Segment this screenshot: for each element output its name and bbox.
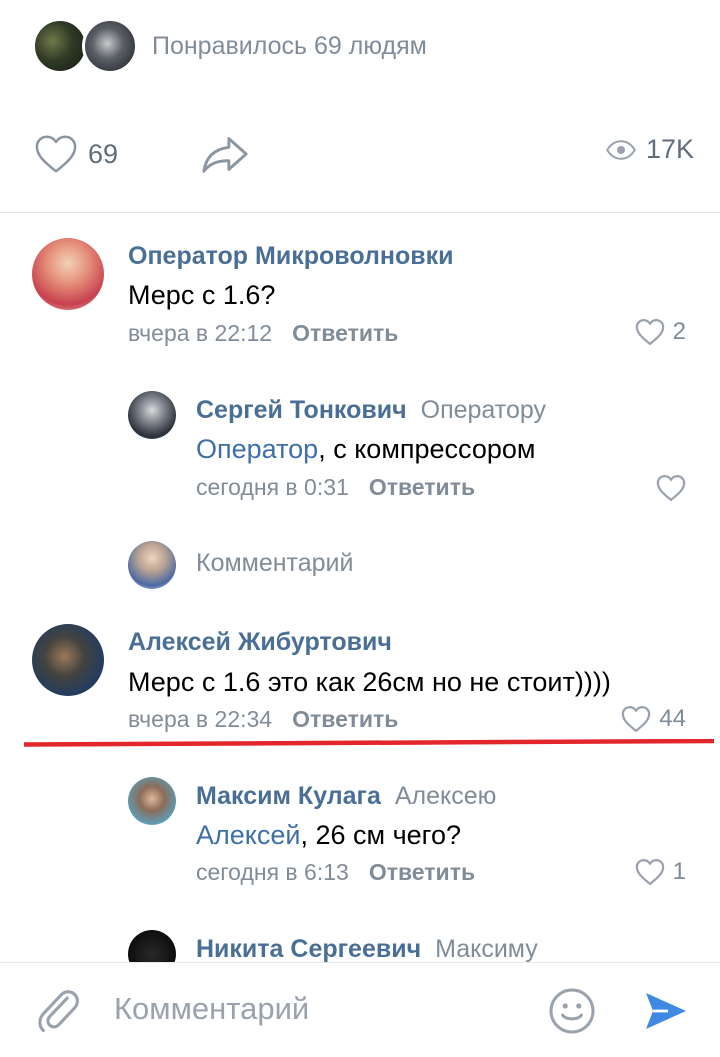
avatar [32, 18, 88, 74]
liked-avatars [32, 18, 142, 74]
comment-like-button[interactable]: 1 [635, 858, 686, 886]
send-icon [646, 993, 686, 1029]
comment-likes-count: 1 [672, 858, 686, 885]
comment-composer: Комментарий [0, 962, 720, 1057]
divider [0, 212, 720, 213]
thread-reply-input[interactable]: Комментарий [196, 549, 353, 578]
share-button[interactable] [200, 134, 250, 174]
reply-to-label: Оператору [420, 396, 546, 424]
comment-author[interactable]: Никита Сергеевич Максиму [196, 935, 538, 964]
views-count: 17K [645, 134, 694, 164]
comment-text: Алексей, 26 см чего? [196, 820, 461, 850]
comment-likes-count: 44 [659, 705, 686, 732]
mention-link[interactable]: Алексей [196, 820, 301, 850]
smile-icon [549, 988, 595, 1034]
reply-button[interactable]: Ответить [369, 859, 475, 885]
comment-author[interactable]: Максим Кулага Алексею [196, 782, 496, 811]
emoji-button[interactable] [548, 987, 596, 1040]
likes-count: 69 [88, 138, 119, 169]
comment-meta: сегодня в 6:13 Ответить [196, 859, 475, 886]
mention-link[interactable]: Оператор [196, 434, 318, 464]
reply-to-label: Максиму [435, 935, 538, 963]
paperclip-icon [38, 990, 79, 1032]
like-button[interactable]: 69 [34, 134, 118, 174]
likes-summary[interactable]: Понравилось 69 людям [32, 18, 427, 74]
heart-icon [656, 474, 686, 502]
comment-author[interactable]: Оператор Микроволновки [128, 242, 453, 271]
comment-input[interactable]: Комментарий [114, 991, 309, 1027]
reply-button[interactable]: Ответить [292, 706, 398, 732]
comment-author[interactable]: Сергей Тонкович Оператору [196, 396, 546, 425]
likes-summary-text: Понравилось 69 людям [152, 31, 427, 60]
reply-button[interactable]: Ответить [292, 320, 398, 346]
avatar[interactable] [128, 777, 176, 825]
heart-icon [35, 135, 77, 173]
comment-meta: сегодня в 0:31 Ответить [196, 474, 475, 501]
comment-likes-count: 2 [672, 318, 686, 345]
post-actions: 69 17K [34, 134, 694, 182]
avatar [82, 18, 138, 74]
comment-text: Мерс с 1.6 это как 26см но не стоит)))) [128, 667, 611, 697]
red-underline [24, 739, 714, 747]
comment-time: сегодня в 0:31 [196, 474, 349, 500]
comment-time: вчера в 22:12 [128, 320, 273, 346]
avatar[interactable] [32, 624, 104, 696]
comment-text: Оператор, с компрессором [196, 434, 536, 464]
comment-like-button[interactable]: 2 [635, 318, 686, 346]
avatar[interactable] [32, 238, 104, 310]
avatar[interactable] [128, 391, 176, 439]
share-icon [202, 137, 248, 173]
heart-icon [635, 318, 664, 346]
comment-text: Мерс с 1.6? [128, 280, 276, 310]
comment-like-button[interactable]: 44 [621, 705, 686, 733]
reply-button[interactable]: Ответить [369, 474, 475, 500]
reply-to-label: Алексею [394, 782, 497, 810]
views-counter: 17K [606, 134, 694, 165]
comment-author[interactable]: Алексей Жибуртович [128, 628, 392, 657]
send-button[interactable] [642, 987, 690, 1040]
comment-like-button[interactable] [656, 474, 686, 502]
comment-meta: вчера в 22:34 Ответить [128, 706, 398, 733]
comment-meta: вчера в 22:12 Ответить [128, 320, 398, 347]
eye-icon [606, 139, 636, 160]
comment-time: сегодня в 6:13 [196, 859, 349, 885]
heart-icon [622, 705, 651, 733]
attach-button[interactable] [36, 987, 80, 1040]
heart-icon [635, 858, 664, 886]
comment-time: вчера в 22:34 [128, 706, 273, 732]
avatar [128, 541, 176, 589]
